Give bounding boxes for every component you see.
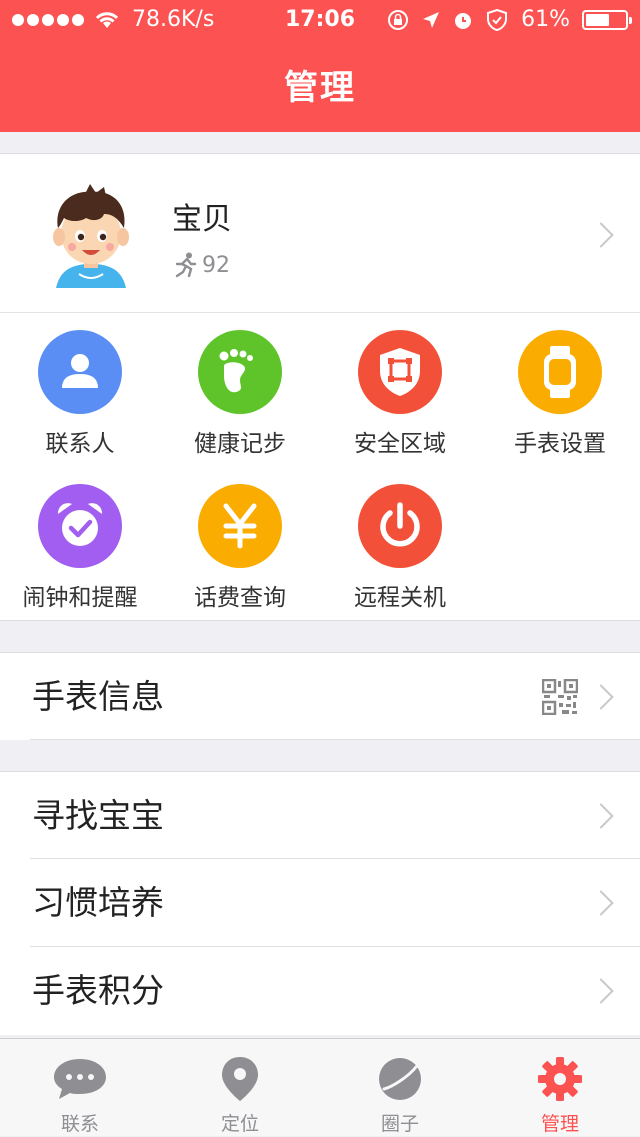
grid-item-remote-shutdown[interactable]: 远程关机: [320, 467, 480, 617]
tab-manage[interactable]: 管理: [480, 1039, 640, 1137]
chevron-right-icon: [588, 222, 614, 248]
chat-bubble-icon: [0, 1051, 160, 1107]
step-count: 92: [174, 252, 230, 278]
tab-label: 定位: [220, 1113, 259, 1135]
grid-item-label: 话费查询: [194, 585, 286, 611]
grid-item-health-steps[interactable]: 健康记步: [160, 313, 320, 463]
tab-label: 圈子: [380, 1113, 419, 1135]
baby-profile-card[interactable]: 宝贝 92: [0, 153, 640, 313]
grid-item-label: 手表设置: [514, 431, 606, 457]
habit-label: 习惯培养: [32, 883, 164, 922]
page-title: 管理: [284, 68, 356, 108]
planet-icon: [320, 1051, 480, 1107]
qr-code-icon[interactable]: [542, 679, 578, 715]
find-baby-row[interactable]: 寻找宝宝: [0, 771, 640, 859]
find-baby-label: 寻找宝宝: [32, 796, 164, 835]
location-pin-icon: [160, 1051, 320, 1107]
tab-bar: 联系 定位 圈子 管理: [0, 1038, 640, 1136]
grid-item-label: 闹钟和提醒: [22, 585, 138, 611]
chevron-right-icon: [588, 890, 614, 916]
battery-level-fill: [586, 14, 610, 26]
grid-item-label: 健康记步: [194, 431, 286, 457]
grid-item-balance[interactable]: 话费查询: [160, 467, 320, 617]
rotation-lock-icon: [388, 10, 409, 30]
points-row[interactable]: 手表积分: [0, 947, 640, 1035]
watch-info-label: 手表信息: [32, 677, 164, 716]
battery-percent: 61%: [521, 7, 570, 32]
grid-item-safe-zone[interactable]: 安全区域: [320, 313, 480, 463]
points-label: 手表积分: [32, 971, 164, 1010]
step-count-value: 92: [202, 252, 230, 278]
alarm-icon: [38, 484, 122, 568]
status-bar: 78.6K/s 17:06 61%: [0, 0, 640, 40]
yuan-icon: [198, 484, 282, 568]
chevron-right-icon: [588, 684, 614, 710]
tab-label: 管理: [540, 1113, 579, 1135]
power-icon: [358, 484, 442, 568]
tab-label: 联系: [60, 1113, 99, 1135]
grid-item-watch-settings[interactable]: 手表设置: [480, 313, 640, 463]
chevron-right-icon: [588, 803, 614, 829]
running-icon: [175, 252, 197, 278]
grid-item-label: 联系人: [45, 431, 115, 457]
battery-icon: [582, 10, 632, 30]
divider: [30, 739, 640, 740]
chevron-right-icon: [588, 978, 614, 1004]
grid-item-contacts[interactable]: 联系人: [0, 313, 160, 463]
security-shield-icon: [487, 8, 508, 32]
avatar: [53, 184, 129, 288]
grid-item-label: 远程关机: [354, 585, 446, 611]
header: 78.6K/s 17:06 61% 管理: [0, 0, 640, 132]
watch-icon: [518, 330, 602, 414]
tab-location[interactable]: 定位: [160, 1039, 320, 1137]
contacts-icon: [38, 330, 122, 414]
tab-circle[interactable]: 圈子: [320, 1039, 480, 1137]
alarm-clock-icon: [455, 13, 472, 29]
grid-item-label: 安全区域: [354, 431, 446, 457]
footprint-icon: [198, 330, 282, 414]
gear-icon: [480, 1051, 640, 1107]
tab-contact[interactable]: 联系: [0, 1039, 160, 1137]
watch-info-row[interactable]: 手表信息: [0, 652, 640, 740]
location-arrow-icon: [423, 12, 440, 28]
safe-zone-icon: [358, 330, 442, 414]
grid-item-alarm[interactable]: 闹钟和提醒: [0, 467, 160, 617]
feature-grid: 联系人 健康记步 安全区域 手表设置 闹钟和提醒 话费查询 远程关机: [0, 313, 640, 621]
habit-row[interactable]: 习惯培养: [0, 859, 640, 947]
baby-name: 宝贝: [172, 202, 232, 237]
